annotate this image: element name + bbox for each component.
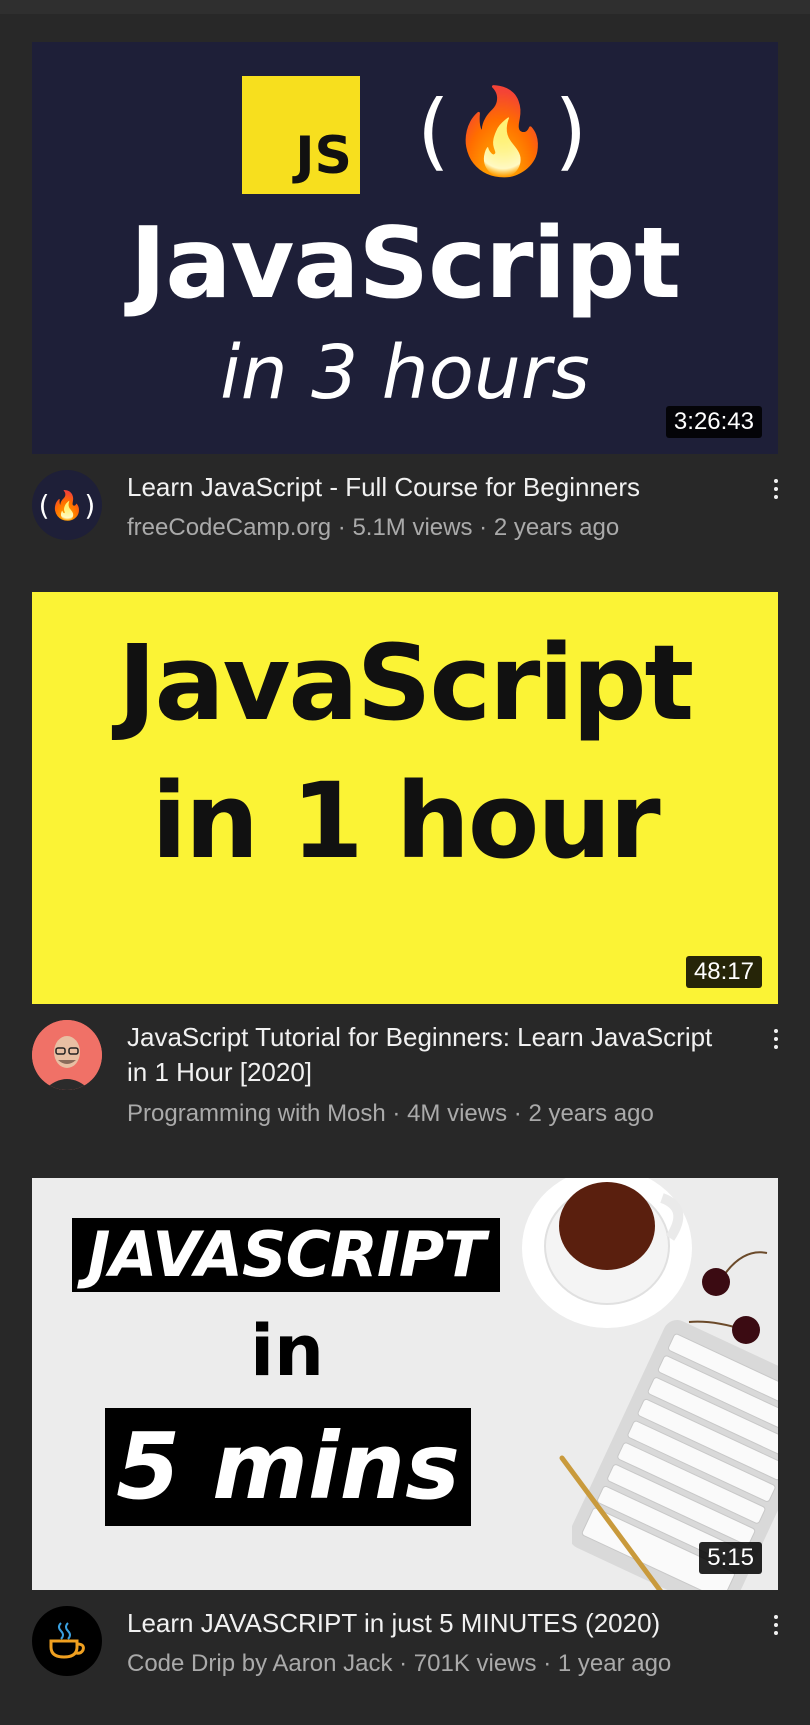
mosh-avatar-portrait — [32, 1020, 102, 1090]
channel-avatar[interactable]: (🔥) — [32, 470, 102, 540]
video-thumbnail-2[interactable]: JavaScript in 1 hour 48:17 — [32, 592, 778, 1004]
duration-badge: 5:15 — [699, 1542, 762, 1574]
more-options-icon[interactable] — [768, 1608, 784, 1642]
more-options-icon[interactable] — [768, 472, 784, 506]
view-count: 5.1M views — [352, 514, 473, 541]
channel-avatar[interactable] — [32, 1020, 102, 1090]
thumbnail-subline: 5 mins — [105, 1408, 471, 1526]
video-title[interactable]: Learn JAVASCRIPT in just 5 MINUTES (2020… — [127, 1606, 737, 1641]
view-count: 4M views — [407, 1100, 508, 1127]
video-thumbnail-3[interactable]: JAVASCRIPT in 5 mins 5:15 — [32, 1178, 778, 1590]
thumbnail-connector: in — [250, 1310, 324, 1392]
status-strip — [0, 0, 810, 14]
coffee-cup-image — [522, 1178, 692, 1328]
thumbnail-headline: JAVASCRIPT — [72, 1218, 500, 1292]
thumbnail-subline: in 3 hours — [220, 330, 590, 416]
video-thumbnail-1[interactable]: JS (🔥) JavaScript in 3 hours 3:26:43 — [32, 42, 778, 454]
coffee-cup-icon — [49, 1622, 85, 1659]
thumbnail-subline: in 1 hour — [151, 760, 660, 882]
pen-image — [559, 1455, 663, 1590]
separator: · — [392, 1650, 414, 1677]
thumbnail-headline: JavaScript — [117, 622, 695, 744]
more-options-icon[interactable] — [768, 1022, 784, 1056]
video-title[interactable]: JavaScript Tutorial for Beginners: Learn… — [127, 1020, 737, 1090]
channel-name[interactable]: freeCodeCamp.org — [127, 514, 331, 541]
upload-age: 1 year ago — [557, 1650, 672, 1677]
separator: · — [507, 1100, 529, 1127]
upload-age: 2 years ago — [493, 514, 620, 541]
freecodecamp-logo: (🔥) — [417, 82, 588, 180]
channel-name[interactable]: Programming with Mosh — [127, 1100, 386, 1127]
video-subtitle: Programming with Mosh · 4M views · 2 yea… — [127, 1098, 767, 1130]
video-title[interactable]: Learn JavaScript - Full Course for Begin… — [127, 470, 737, 505]
video-subtitle: Code Drip by Aaron Jack · 701K views · 1… — [127, 1648, 767, 1680]
channel-avatar[interactable] — [32, 1606, 102, 1676]
separator: · — [472, 514, 494, 541]
thumbnail-headline: JavaScript — [129, 207, 681, 321]
js-logo: JS — [242, 76, 360, 194]
video-subtitle: freeCodeCamp.org · 5.1M views · 2 years … — [127, 512, 767, 544]
channel-name[interactable]: Code Drip by Aaron Jack — [127, 1650, 392, 1677]
upload-age: 2 years ago — [528, 1100, 654, 1127]
separator: · — [385, 1100, 408, 1127]
duration-badge: 3:26:43 — [665, 406, 762, 438]
view-count: 701K views — [413, 1650, 537, 1677]
freecodecamp-avatar-icon: (🔥) — [38, 488, 96, 522]
duration-badge: 48:17 — [685, 956, 762, 988]
separator: · — [331, 514, 353, 541]
separator: · — [536, 1650, 558, 1677]
